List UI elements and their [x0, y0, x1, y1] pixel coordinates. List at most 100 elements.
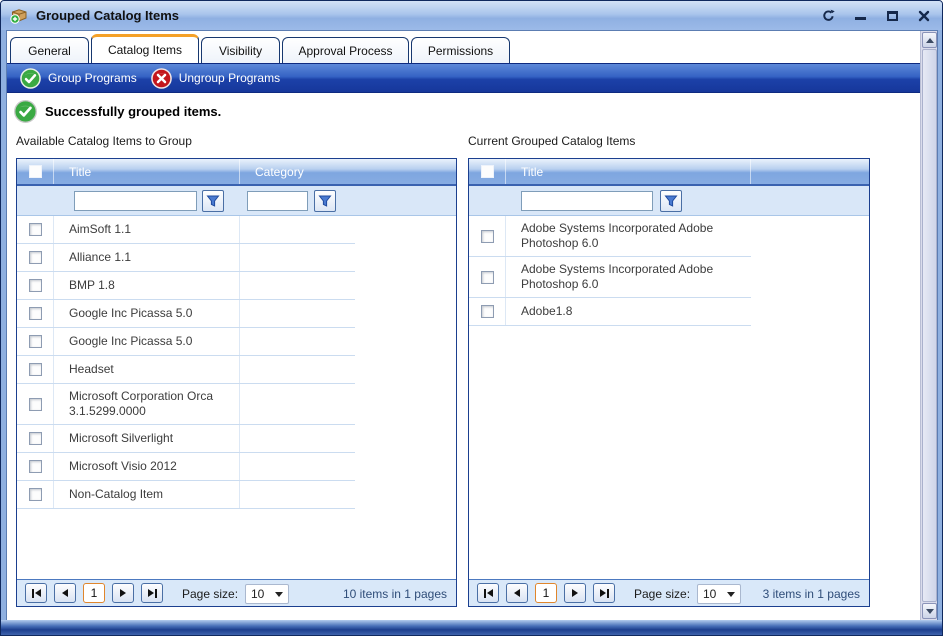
table-row[interactable]: Google Inc Picassa 5.0	[17, 300, 355, 328]
filter-row	[469, 186, 869, 216]
minimize-icon[interactable]	[852, 8, 868, 24]
row-checkbox[interactable]	[29, 251, 42, 264]
close-icon[interactable]	[916, 8, 932, 24]
category-filter-input[interactable]	[247, 191, 308, 211]
row-checkbox[interactable]	[481, 271, 494, 284]
grid-header: Title	[469, 159, 869, 186]
select-all-checkbox[interactable]	[29, 165, 42, 178]
pager: 1 Page size: 10 10 items in 1 pages	[17, 579, 456, 606]
funnel-icon	[206, 194, 220, 208]
grouped-grid-title: Current Grouped Catalog Items	[468, 134, 635, 148]
page-size-dropdown[interactable]: 10	[697, 584, 741, 604]
ungroup-programs-button[interactable]: Ungroup Programs	[151, 68, 280, 89]
tab-visibility[interactable]: Visibility	[201, 37, 280, 63]
group-programs-button[interactable]: Group Programs	[20, 68, 137, 89]
row-checkbox[interactable]	[481, 230, 494, 243]
row-checkbox[interactable]	[29, 363, 42, 376]
row-checkbox[interactable]	[29, 432, 42, 445]
table-row[interactable]: Alliance 1.1	[17, 244, 355, 272]
title-filter-button[interactable]	[660, 190, 682, 212]
table-row[interactable]: Adobe1.8	[469, 298, 751, 326]
row-checkbox[interactable]	[481, 305, 494, 318]
package-add-icon	[10, 7, 28, 24]
row-checkbox[interactable]	[29, 460, 42, 473]
table-row[interactable]: AimSoft 1.1	[17, 216, 355, 244]
row-checkbox[interactable]	[29, 488, 42, 501]
row-checkbox[interactable]	[29, 335, 42, 348]
page-size-label: Page size:	[634, 587, 690, 601]
page-size-label: Page size:	[182, 587, 238, 601]
toolbar: Group Programs Ungroup Programs	[7, 63, 922, 93]
grouped-items-grid: Title Adobe Systems Incorporated Adobe P…	[468, 158, 870, 607]
dropdown-arrow-icon	[275, 592, 283, 597]
available-items-grid: Title Category AimSoft 1.1	[16, 158, 457, 607]
first-page-button[interactable]	[25, 583, 47, 603]
scroll-down-button[interactable]	[922, 603, 937, 619]
client-area: General Catalog Items Visibility Approva…	[6, 30, 938, 621]
refresh-icon[interactable]	[820, 8, 836, 24]
table-row[interactable]: Google Inc Picassa 5.0	[17, 328, 355, 356]
tab-permissions[interactable]: Permissions	[411, 37, 510, 63]
table-row[interactable]: Microsoft Corporation Orca 3.1.5299.0000	[17, 384, 355, 425]
first-page-button[interactable]	[477, 583, 499, 603]
green-check-circle-icon	[20, 68, 41, 89]
prev-page-button[interactable]	[54, 583, 76, 603]
window-title: Grouped Catalog Items	[36, 8, 179, 23]
grid-rows: Adobe Systems Incorporated Adobe Photosh…	[469, 216, 869, 326]
funnel-icon	[664, 194, 678, 208]
tab-catalog-items[interactable]: Catalog Items	[91, 34, 199, 63]
table-row[interactable]: Adobe Systems Incorporated Adobe Photosh…	[469, 216, 751, 257]
select-all-checkbox[interactable]	[481, 165, 494, 178]
grid-rows: AimSoft 1.1 Alliance 1.1 BMP 1.8 Google …	[17, 216, 456, 509]
tab-general[interactable]: General	[10, 37, 89, 63]
pager-summary: 10 items in 1 pages	[343, 587, 447, 601]
table-row[interactable]: Headset	[17, 356, 355, 384]
table-row[interactable]: Adobe Systems Incorporated Adobe Photosh…	[469, 257, 751, 298]
table-row[interactable]: Non-Catalog Item	[17, 481, 355, 509]
last-page-button[interactable]	[141, 583, 163, 603]
triangle-up-icon	[926, 38, 934, 43]
maximize-icon[interactable]	[884, 8, 900, 24]
row-checkbox[interactable]	[29, 307, 42, 320]
window-bottom-frame	[1, 620, 942, 635]
red-x-circle-icon	[151, 68, 172, 89]
next-page-button[interactable]	[564, 583, 586, 603]
pager-summary: 3 items in 1 pages	[763, 587, 860, 601]
tabstrip: General Catalog Items Visibility Approva…	[10, 35, 512, 63]
vertical-scrollbar[interactable]	[920, 31, 937, 620]
last-page-button[interactable]	[593, 583, 615, 603]
prev-page-button[interactable]	[506, 583, 528, 603]
title-filter-button[interactable]	[202, 190, 224, 212]
row-checkbox[interactable]	[29, 279, 42, 292]
page-size-dropdown[interactable]: 10	[245, 584, 289, 604]
status-message: Successfully grouped items.	[14, 100, 221, 123]
next-page-button[interactable]	[112, 583, 134, 603]
available-grid-title: Available Catalog Items to Group	[16, 134, 192, 148]
column-header-title[interactable]: Title	[54, 159, 240, 184]
table-row[interactable]: BMP 1.8	[17, 272, 355, 300]
funnel-icon	[318, 194, 332, 208]
page-1-button[interactable]: 1	[535, 583, 557, 603]
success-check-icon	[14, 100, 37, 123]
dropdown-arrow-icon	[727, 592, 735, 597]
column-header-category[interactable]: Category	[240, 159, 456, 184]
status-text: Successfully grouped items.	[45, 104, 221, 119]
row-checkbox[interactable]	[29, 398, 42, 411]
scrollbar-thumb[interactable]	[922, 49, 937, 602]
filter-row	[17, 186, 456, 216]
category-filter-button[interactable]	[314, 190, 336, 212]
scroll-up-button[interactable]	[922, 32, 937, 48]
pager: 1 Page size: 10 3 items in 1 pages	[469, 579, 869, 606]
titlebar: Grouped Catalog Items	[1, 1, 942, 30]
triangle-down-icon	[926, 609, 934, 614]
table-row[interactable]: Microsoft Silverlight	[17, 425, 355, 453]
title-filter-input[interactable]	[521, 191, 653, 211]
page-1-button[interactable]: 1	[83, 583, 105, 603]
tab-approval-process[interactable]: Approval Process	[282, 37, 409, 63]
column-header-title[interactable]: Title	[506, 159, 751, 184]
title-filter-input[interactable]	[74, 191, 197, 211]
table-row[interactable]: Microsoft Visio 2012	[17, 453, 355, 481]
row-checkbox[interactable]	[29, 223, 42, 236]
dialog-window: Grouped Catalog Items General Catalog It…	[0, 0, 943, 636]
grid-header: Title Category	[17, 159, 456, 186]
